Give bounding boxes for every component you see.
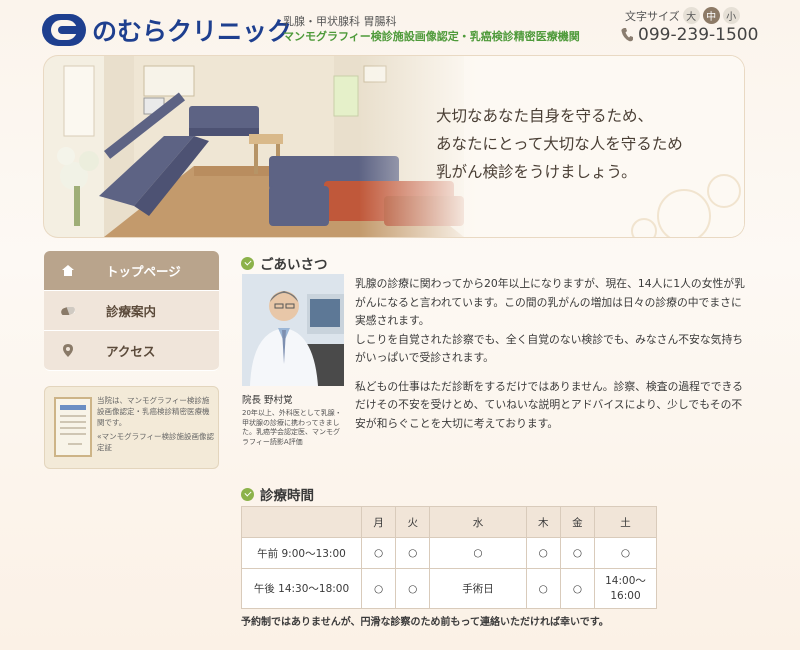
greeting-paragraph: 私どもの仕事はただ診断をするだけではありません。診察、検査の過程でできるだけその… bbox=[355, 379, 743, 430]
table-cell: ○ bbox=[395, 537, 431, 569]
certification-box[interactable]: 当院は、マンモグラフィー検診施設画像認定・乳癌検診精密医療機関です。 «マンモグ… bbox=[44, 386, 219, 469]
table-header-cell: 火 bbox=[395, 506, 431, 538]
greeting-heading: ごあいさつ bbox=[241, 253, 328, 273]
table-cell-time: 午後 14:30〜18:00 bbox=[241, 568, 362, 609]
logo-text: のむらクリニック bbox=[92, 17, 293, 46]
certification-text: マンモグラフィー検診施設画像認定・乳癌検診精密医療機関 bbox=[283, 30, 580, 43]
doctor-bio: 20年以上、外科医として乳腺・甲状腺の診療に携わってきました。乳癌学会認定医、マ… bbox=[242, 409, 342, 446]
check-bullet-icon bbox=[241, 256, 254, 270]
check-bullet-icon bbox=[241, 487, 254, 501]
hours-heading: 診療時間 bbox=[241, 484, 314, 504]
table-cell: ○ bbox=[525, 537, 561, 569]
nav-item-top[interactable]: トップページ bbox=[44, 251, 219, 291]
table-row: 午後 14:30〜18:00 ○ ○ 手術日 ○ ○ 14:00〜16:00 bbox=[241, 568, 657, 609]
map-pin-icon bbox=[44, 344, 92, 357]
table-cell: 手術日 bbox=[429, 568, 527, 609]
table-header-cell: 金 bbox=[559, 506, 596, 538]
hero-line: あなたにとって大切な人を守るため bbox=[436, 135, 683, 153]
table-cell: ○ bbox=[559, 537, 596, 569]
table-cell-time: 午前 9:00〜13:00 bbox=[241, 537, 362, 569]
font-size-large-button[interactable]: 大 bbox=[682, 7, 700, 24]
nav-label: アクセス bbox=[106, 344, 156, 359]
nav-label: トップページ bbox=[106, 264, 181, 279]
table-cell: ○ bbox=[525, 568, 561, 609]
table-cell: ○ bbox=[559, 568, 596, 609]
doctor-photo bbox=[242, 274, 344, 386]
hours-title: 診療時間 bbox=[260, 488, 314, 504]
hero-line: 乳がん検診をうけましょう。 bbox=[436, 163, 637, 181]
nav-label: 診療案内 bbox=[106, 304, 157, 319]
font-size-label: 文字サイズ bbox=[625, 9, 680, 23]
table-header-cell bbox=[241, 506, 362, 538]
table-cell: ○ bbox=[594, 537, 657, 569]
phone-icon bbox=[621, 28, 633, 42]
pill-icon bbox=[44, 306, 92, 315]
greeting-body: 乳腺の診療に関わってから20年以上になりますが、現在、14人に1人の女性が乳がん… bbox=[355, 275, 745, 433]
hours-table: 月 火 水 木 金 土 午前 9:00〜13:00 ○ ○ ○ ○ ○ ○ 午後… bbox=[241, 506, 657, 609]
sidebar-nav: トップページ 診療案内 アクセス bbox=[44, 251, 219, 371]
table-header-cell: 土 bbox=[594, 506, 657, 538]
clinic-logo[interactable]: のむらクリニック bbox=[42, 12, 292, 48]
font-size-medium-button[interactable]: 中 bbox=[702, 7, 720, 24]
table-cell: ○ bbox=[360, 537, 397, 569]
table-header-row: 月 火 水 木 金 土 bbox=[241, 506, 657, 538]
font-size-small-button[interactable]: 小 bbox=[722, 7, 740, 24]
doctor-name: 院長 野村覚 bbox=[242, 395, 293, 406]
certificate-image bbox=[54, 397, 92, 457]
logo-mark-icon bbox=[42, 14, 86, 46]
phone-text: 099-239-1500 bbox=[638, 25, 759, 45]
hero-message: 大切なあなた自身を守るため、 あなたにとって大切な人を守るため 乳がん検診をうけ… bbox=[436, 102, 683, 186]
hero-line: 大切なあなた自身を守るため、 bbox=[436, 107, 654, 125]
table-header-cell: 木 bbox=[525, 506, 561, 538]
table-header-cell: 月 bbox=[360, 506, 397, 538]
certification-description: 当院は、マンモグラフィー検診施設画像認定・乳癌検診精密医療機関です。 bbox=[97, 396, 210, 427]
greeting-paragraph: 乳腺の診療に関わってから20年以上になりますが、現在、14人に1人の女性が乳がん… bbox=[355, 277, 745, 327]
phone-number[interactable]: 099-239-1500 bbox=[621, 25, 758, 45]
greeting-paragraph: しこりを自覚された診察でも、全く自覚のない検診でも、みなさん不安な気持ちがいっぱ… bbox=[355, 332, 744, 365]
hero-banner: 大切なあなた自身を守るため、 あなたにとって大切な人を守るため 乳がん検診をうけ… bbox=[44, 56, 744, 237]
table-header-cell: 水 bbox=[429, 506, 527, 538]
table-cell: ○ bbox=[395, 568, 431, 609]
site-header: のむらクリニック 乳腺・甲状腺科 胃腸科 マンモグラフィー検診施設画像認定・乳癌… bbox=[0, 0, 800, 56]
nav-item-access[interactable]: アクセス bbox=[44, 331, 219, 371]
certification-text: 当院は、マンモグラフィー検診施設画像認定・乳癌検診精密医療機関です。 «マンモグ… bbox=[97, 395, 215, 453]
home-icon bbox=[44, 265, 92, 276]
departments-text: 乳腺・甲状腺科 胃腸科 bbox=[283, 15, 397, 28]
hours-note: 予約制ではありませんが、円滑な診察のため前もって連絡いただければ幸いです。 bbox=[241, 617, 609, 628]
nav-item-medical-info[interactable]: 診療案内 bbox=[44, 291, 219, 331]
table-cell: ○ bbox=[429, 537, 527, 569]
greeting-title: ごあいさつ bbox=[260, 257, 328, 273]
table-cell: 14:00〜16:00 bbox=[594, 568, 657, 609]
font-size-switcher: 文字サイズ 大 中 小 bbox=[625, 7, 740, 24]
certification-caption: «マンモグラフィー検診施設画像認定証 bbox=[97, 432, 214, 452]
table-row: 午前 9:00〜13:00 ○ ○ ○ ○ ○ ○ bbox=[241, 537, 657, 569]
table-cell: ○ bbox=[360, 568, 397, 609]
